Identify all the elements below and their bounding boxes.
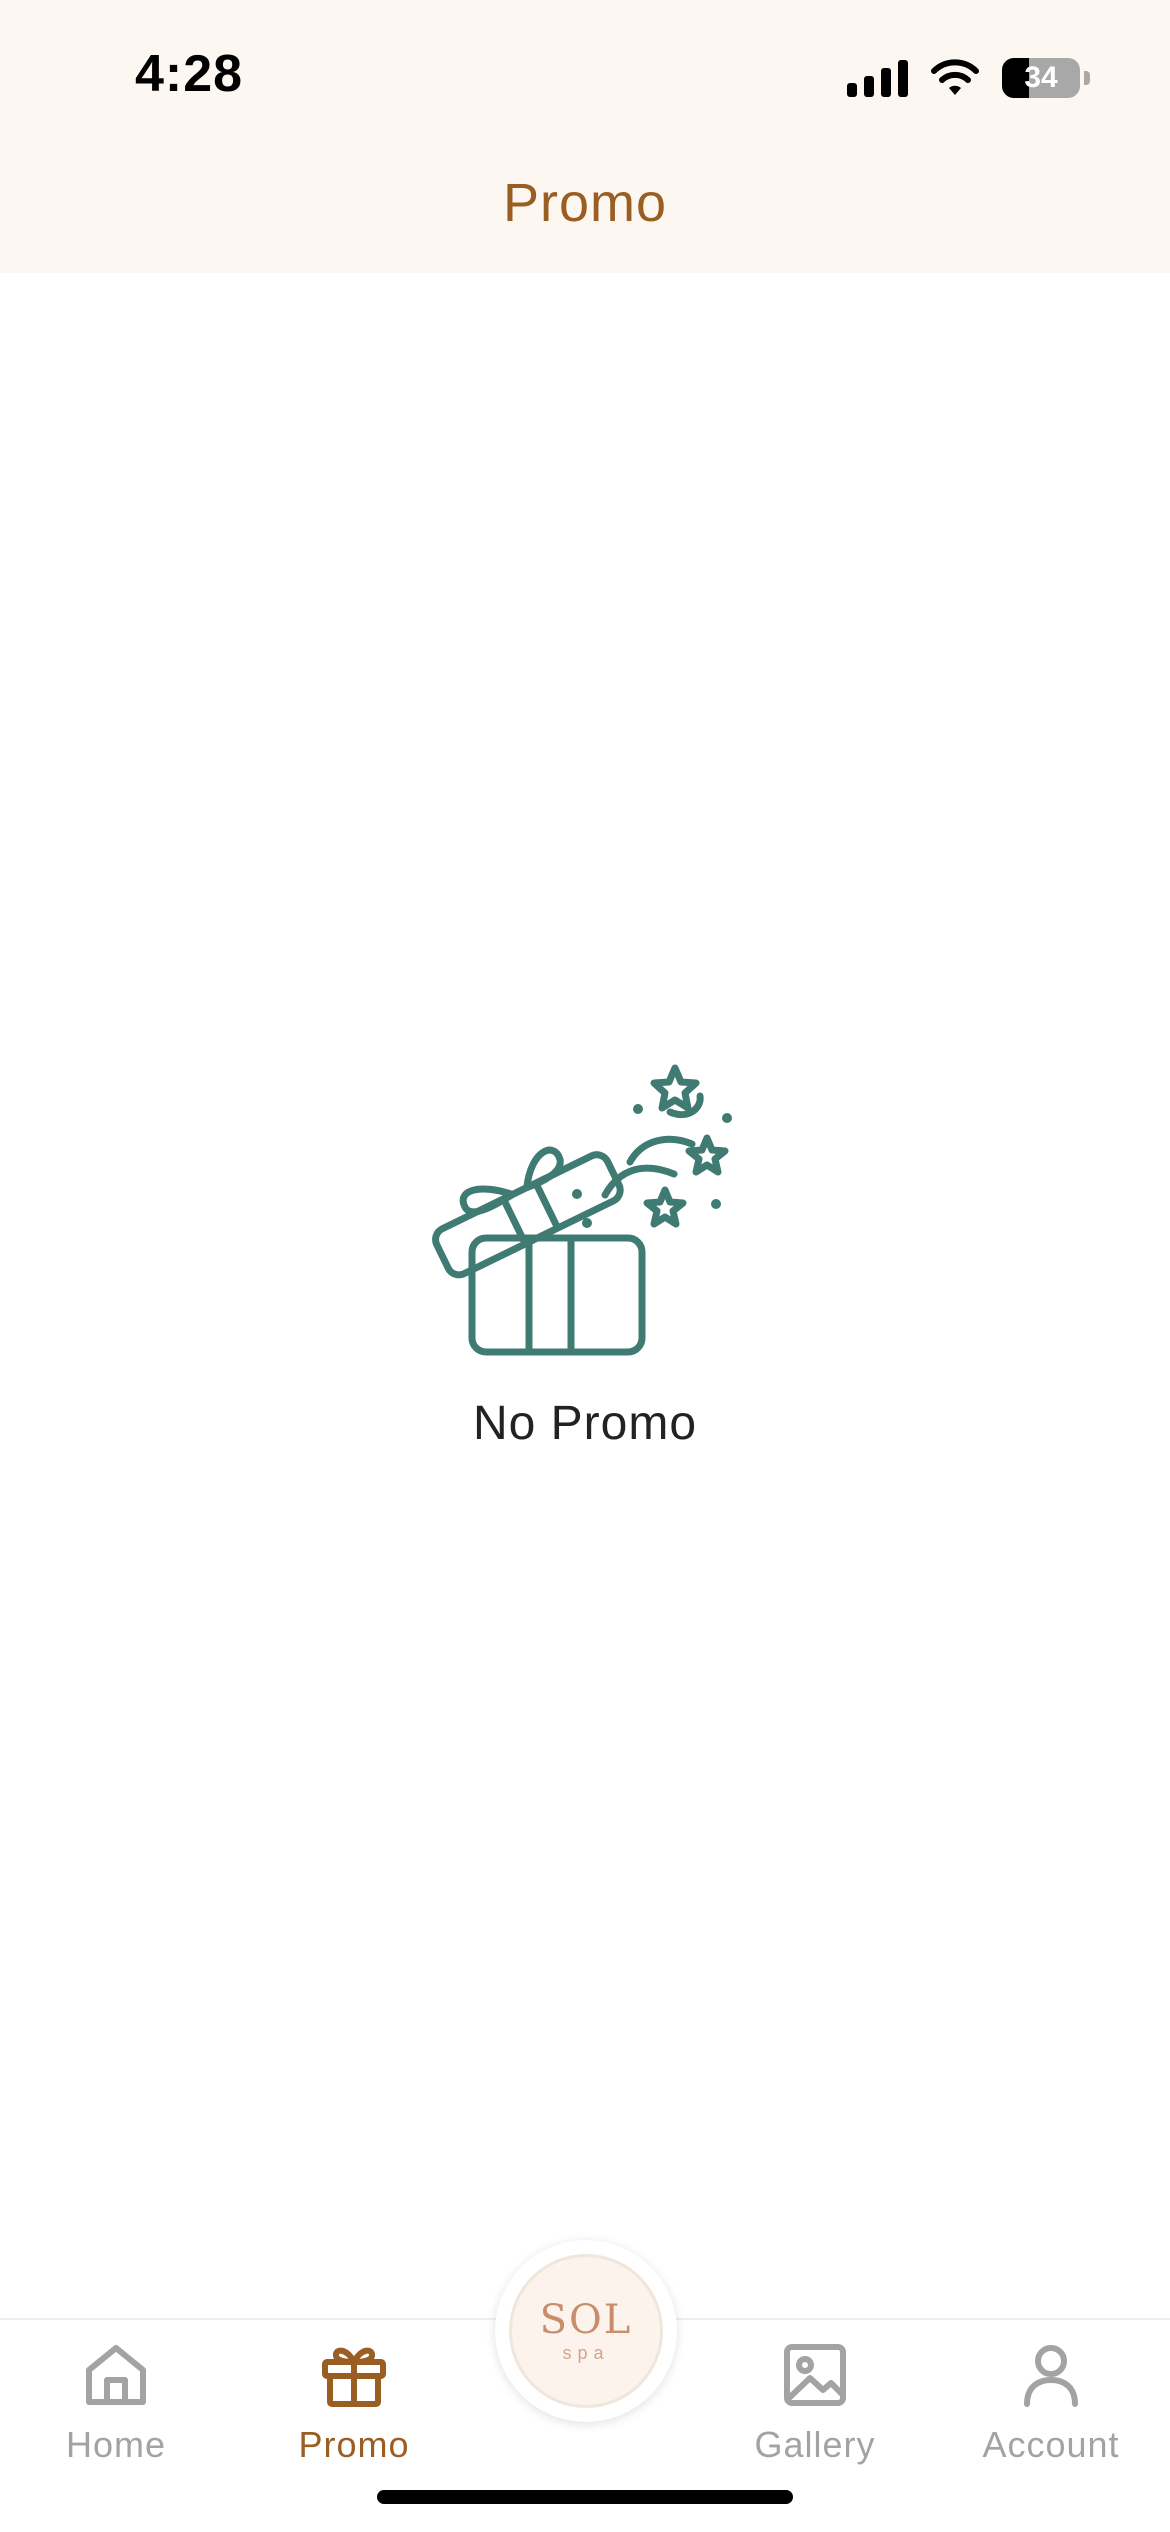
status-icons: 34 [847, 56, 1090, 100]
tab-label-promo: Promo [298, 2424, 410, 2465]
tab-home[interactable]: Home [16, 2340, 216, 2466]
tab-promo[interactable]: Promo [254, 2340, 454, 2466]
logo-text: SOL [539, 2297, 633, 2343]
gift-icon [322, 2347, 386, 2407]
logo-subtext: spa [562, 2343, 610, 2363]
battery-percent: 34 [1024, 61, 1058, 94]
home-indicator [377, 2490, 793, 2504]
empty-state-message: No Promo [472, 1397, 698, 1450]
tab-gallery[interactable]: Gallery [715, 2340, 915, 2466]
sol-spa-logo: SOL spa [509, 2254, 663, 2408]
image-icon [784, 2344, 846, 2406]
promo-screen: 4:28 34 Promo No Promo Home Promo Galler… [0, 0, 1170, 2532]
user-icon [1024, 2345, 1078, 2407]
header-area: 4:28 34 Promo [0, 0, 1170, 273]
tab-label-account: Account [982, 2424, 1120, 2465]
tab-label-home: Home [65, 2424, 167, 2465]
tab-label-gallery: Gallery [754, 2424, 876, 2465]
home-icon [86, 2345, 146, 2405]
status-time: 4:28 [135, 45, 244, 103]
page-title: Promo [502, 173, 668, 233]
wifi-icon [931, 59, 979, 95]
tab-account[interactable]: Account [951, 2340, 1151, 2466]
battery-nub [1084, 71, 1090, 85]
cellular-signal-icon [847, 59, 908, 97]
battery-icon: 34 [1002, 58, 1080, 98]
open-gift-box-icon [432, 1064, 732, 1356]
center-logo-button[interactable]: SOL spa [495, 2240, 677, 2422]
